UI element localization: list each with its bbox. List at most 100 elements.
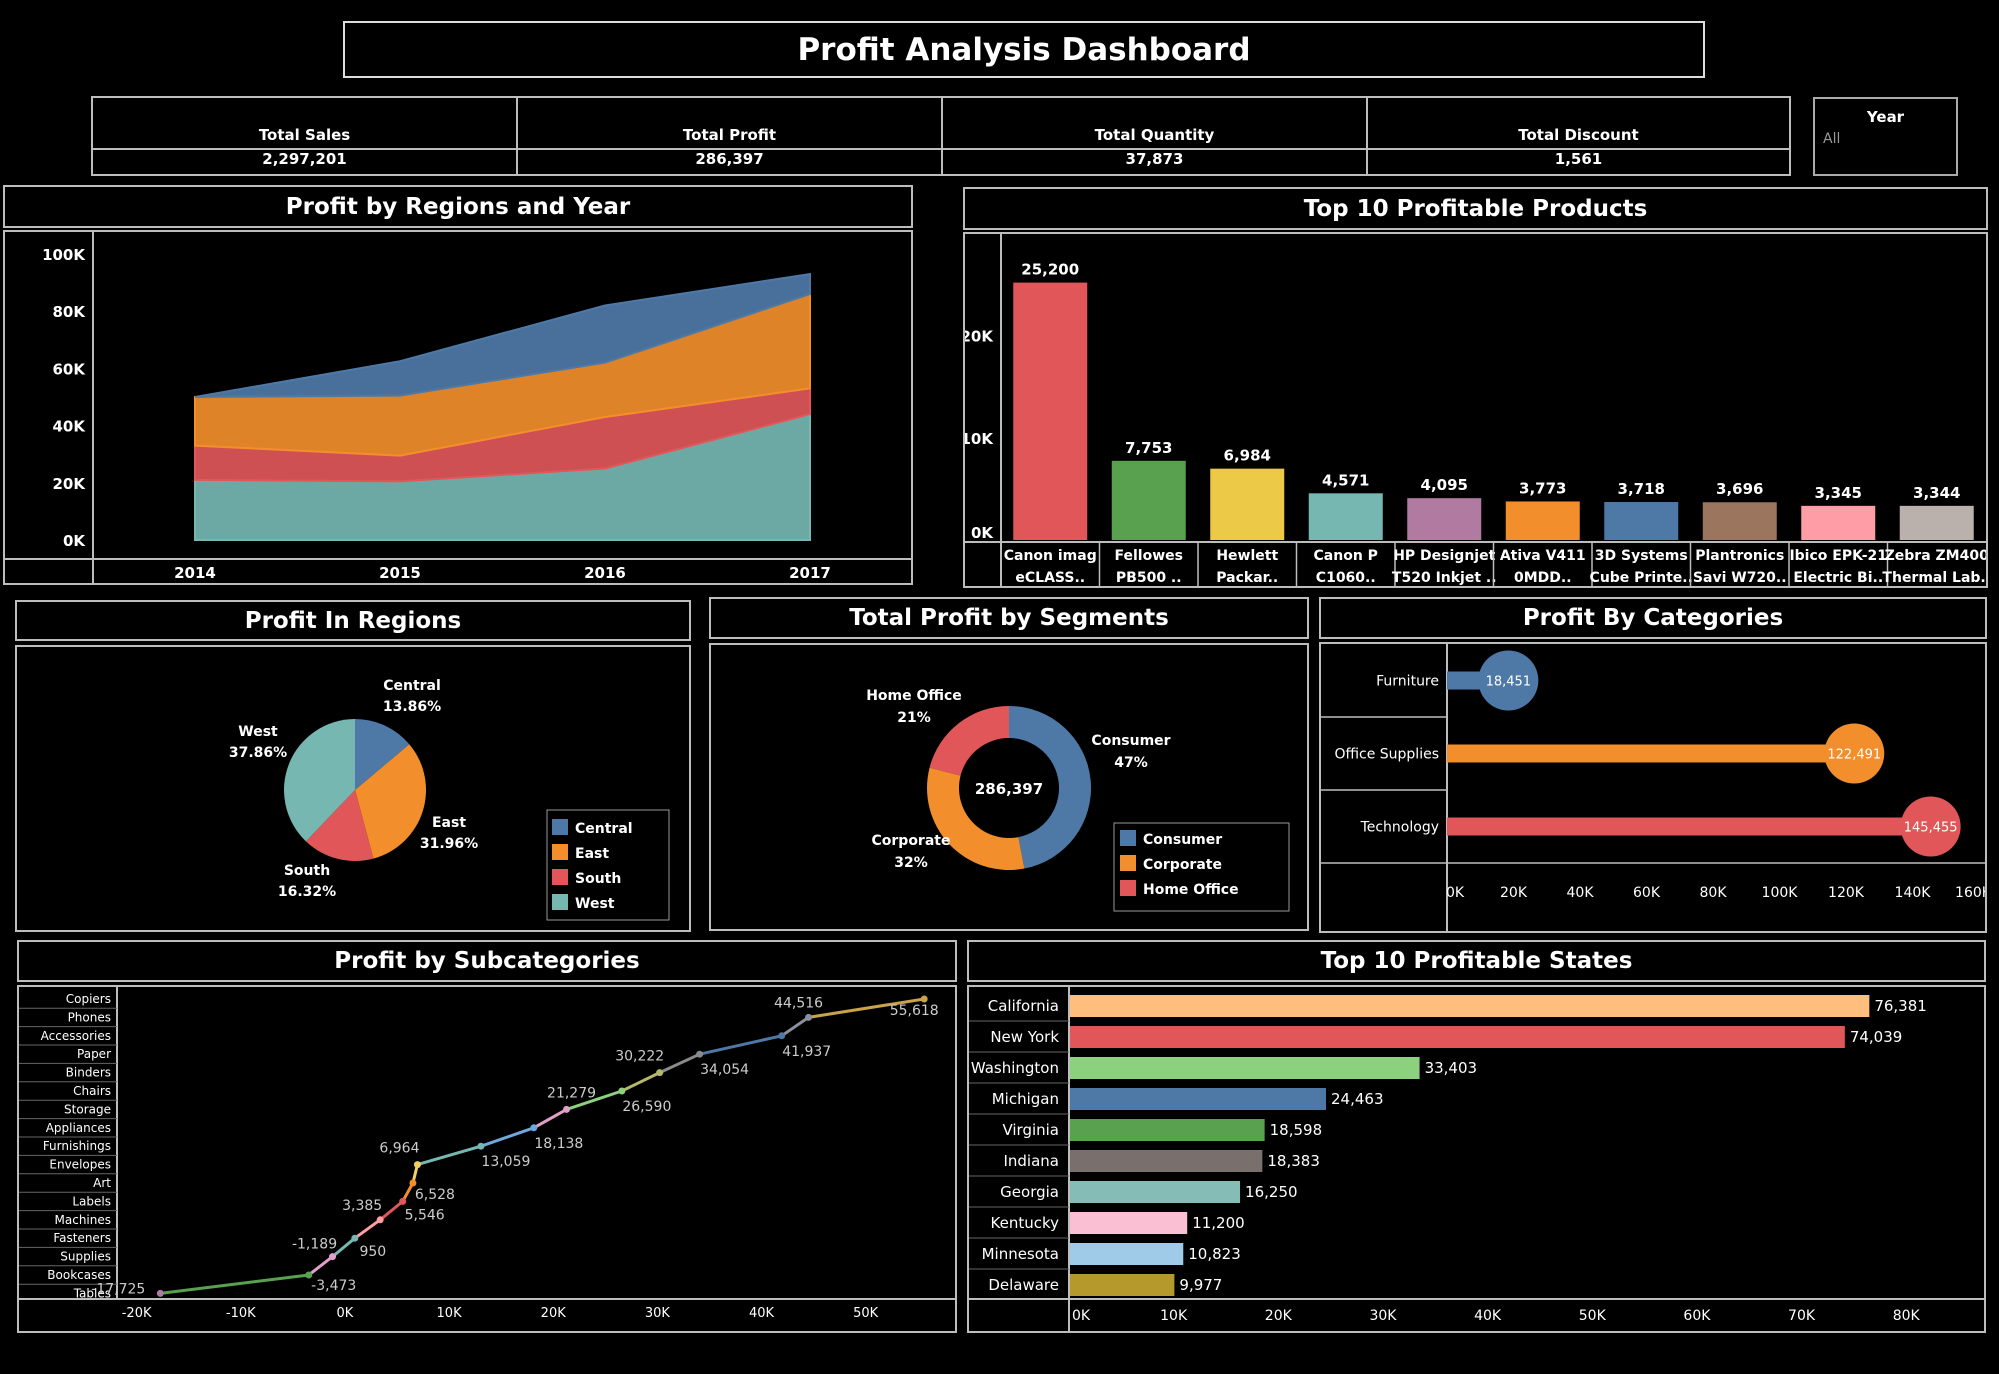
subcategory-label: Appliances (46, 1121, 111, 1135)
subcategory-point (805, 1013, 813, 1021)
product-bar (1604, 502, 1679, 540)
products-title-box: Top 10 Profitable Products (963, 187, 1988, 230)
dashboard-title-box: Profit Analysis Dashboard (343, 21, 1705, 78)
product-label-line2: eCLASS.. (1015, 570, 1085, 586)
x-tick-label: 20K (541, 1306, 567, 1321)
legend-swatch (552, 819, 568, 835)
x-tick-label: 2016 (584, 564, 626, 582)
subcategory-label: Copiers (66, 992, 111, 1006)
y-tick-label: 0K (63, 532, 86, 550)
regions-year-chart: 0K 20K 40K 60K 80K 100K 2014 2015 2016 2017 (5, 232, 911, 583)
product-bar-value: 3,345 (1815, 484, 1862, 502)
subcategory-value: 6,964 (379, 1141, 419, 1157)
year-filter-value[interactable]: All (1823, 131, 1840, 147)
product-bar (1505, 501, 1580, 540)
pie-label-percent: 16.32% (278, 884, 336, 900)
state-label: Minnesota (982, 1245, 1059, 1263)
product-label-line1: Canon imag (1004, 548, 1097, 564)
category-label: Office Supplies (1334, 747, 1439, 763)
x-tick-label: 50K (1579, 1308, 1607, 1324)
subcategory-value: 34,054 (700, 1062, 749, 1078)
legend-swatch (1120, 830, 1136, 846)
products-panel: 0K 10K 20K 25,200 Canon imag eCLASS.. 7,753 Fel… (963, 232, 1988, 588)
product-label-line2: Electric Bi.. (1793, 570, 1883, 586)
subcategory-value: 950 (359, 1244, 386, 1260)
subcategories-panel: Copiers Phones Accessories Paper Binders Chai… (17, 985, 957, 1333)
year-filter[interactable]: Year All (1813, 97, 1958, 176)
regions-year-title-box: Profit by Regions and Year (3, 185, 913, 228)
legend-label: West (575, 896, 615, 912)
subcategory-value: 30,222 (615, 1049, 664, 1065)
kpi-value: 37,873 (1125, 150, 1184, 168)
donut-label-percent: 21% (897, 710, 931, 726)
pie-label-name: Central (383, 678, 441, 694)
y-tick-label: 40K (53, 418, 87, 436)
legend-label: Central (575, 821, 633, 837)
product-bar (1702, 502, 1777, 540)
subcategory-line-segment (353, 1218, 382, 1240)
subcategory-value: 21,279 (547, 1085, 596, 1101)
product-label-line1: Plantronics (1695, 548, 1784, 564)
x-tick-label: 2017 (789, 564, 831, 582)
subcategory-line-segment (480, 1126, 535, 1148)
state-label: New York (990, 1028, 1059, 1046)
donut-center-total: 286,397 (975, 780, 1043, 798)
subcategory-point (696, 1050, 704, 1058)
product-label-line1: Zebra ZM400 (1885, 548, 1986, 564)
x-tick-label: 70K (1788, 1308, 1816, 1324)
subcategories-chart: Copiers Phones Accessories Paper Binders Chai… (19, 987, 955, 1321)
states-title: Top 10 Profitable States (1320, 948, 1633, 974)
state-value: 24,463 (1331, 1090, 1384, 1108)
categories-panel: Furniture 18,451 Office Supplies 122,491 Tec… (1319, 642, 1987, 933)
product-label-line1: 3D Systems (1595, 548, 1688, 564)
segments-title: Total Profit by Segments (849, 605, 1169, 631)
subcategory-line-segment (621, 1071, 661, 1093)
y-tick-label: 100K (42, 246, 86, 264)
x-tick-label: -10K (226, 1306, 256, 1321)
product-label-line2: Packar.. (1216, 570, 1278, 586)
product-bar-value: 7,753 (1125, 439, 1172, 457)
x-tick-label: 10K (1160, 1308, 1188, 1324)
product-label-line2: PB500 .. (1116, 570, 1182, 586)
product-bar-value: 3,344 (1913, 484, 1960, 502)
x-tick-label: 120K (1828, 885, 1865, 901)
subcategory-label: Accessories (41, 1029, 111, 1043)
legend-swatch (552, 869, 568, 885)
category-label: Furniture (1376, 674, 1439, 690)
subcategory-label: Phones (68, 1010, 111, 1024)
state-value: 18,383 (1267, 1152, 1320, 1170)
category-value: 18,451 (1486, 675, 1532, 690)
y-tick-label: 20K (53, 475, 87, 493)
x-tick-label: 80K (1700, 885, 1728, 901)
state-value: 9,977 (1179, 1276, 1222, 1294)
subcategories-title-box: Profit by Subcategories (17, 940, 957, 982)
subcategory-point (920, 995, 928, 1003)
category-label: Technology (1360, 820, 1439, 836)
product-label-line1: Canon P (1314, 548, 1378, 564)
products-title: Top 10 Profitable Products (1303, 195, 1648, 222)
regions-pie-title: Profit In Regions (244, 607, 462, 634)
legend-swatch (552, 844, 568, 860)
product-bar-value: 25,200 (1021, 261, 1079, 279)
state-value: 18,598 (1270, 1121, 1323, 1139)
product-bar-value: 3,773 (1519, 479, 1566, 497)
product-label-line1: Hewlett (1216, 548, 1278, 564)
pie-label-percent: 13.86% (383, 699, 441, 715)
state-bar (1070, 1150, 1263, 1172)
state-bar (1070, 1119, 1265, 1141)
subcategory-label: Art (93, 1176, 111, 1190)
subcategory-point (477, 1142, 485, 1150)
kpi-label: Total Quantity (1094, 126, 1215, 144)
states-panel: California 76,381 New York 74,039 Washington… (967, 985, 1986, 1333)
kpi-value: 2,297,201 (262, 150, 347, 168)
subcategory-label: Labels (72, 1194, 111, 1208)
state-value: 10,823 (1188, 1245, 1241, 1263)
product-bar-value: 4,571 (1322, 471, 1369, 489)
state-bar (1070, 1243, 1184, 1265)
kpi-total-profit: Total Profit 286,397 (518, 98, 943, 174)
dashboard-title: Profit Analysis Dashboard (797, 31, 1251, 68)
x-tick-label: 40K (749, 1306, 775, 1321)
donut-label-percent: 47% (1114, 755, 1148, 771)
pie-label-name: East (432, 815, 466, 831)
state-label: Michigan (992, 1090, 1059, 1108)
